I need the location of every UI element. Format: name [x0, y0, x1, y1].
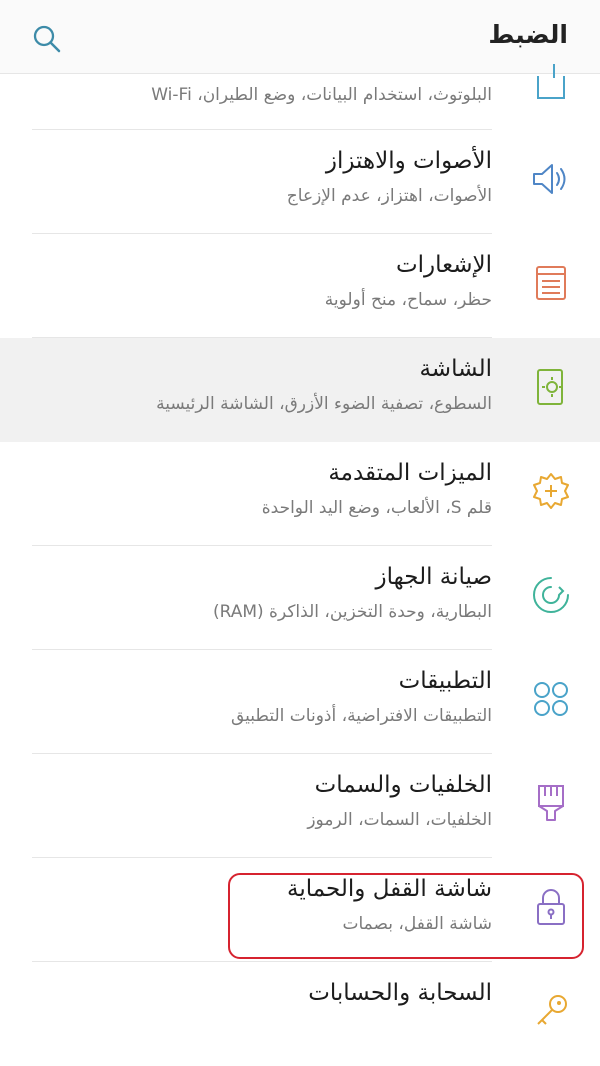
settings-item-subtitle: قلم S، الألعاب، وضع اليد الواحدة [261, 498, 492, 518]
settings-item-cloud-accounts[interactable]: السحابة والحسابات [0, 962, 600, 1066]
settings-item-title: شاشة القفل والحماية [287, 876, 492, 902]
display-icon [537, 369, 563, 405]
app-header: الضبط [0, 0, 600, 74]
settings-item-subtitle: البلوتوث، استخدام البيانات، وضع الطيران،… [151, 85, 492, 105]
device-maintenance-icon [533, 577, 569, 613]
settings-list: البلوتوث، استخدام البيانات، وضع الطيران،… [0, 64, 600, 1066]
settings-item-title: الشاشة [419, 356, 492, 382]
settings-item-lock-screen-security[interactable]: شاشة القفل والحماية شاشة القفل، بصمات [0, 858, 600, 962]
settings-item-subtitle: الخلفيات، السمات، الرموز [307, 810, 492, 830]
settings-item-title: السحابة والحسابات [308, 980, 492, 1006]
connections-icon [537, 64, 565, 99]
settings-item-subtitle: حظر، سماح، منح أولوية [324, 290, 492, 310]
settings-item-subtitle: شاشة القفل، بصمات [342, 914, 492, 934]
settings-item-display[interactable]: الشاشة السطوع، تصفية الضوء الأزرق، الشاش… [0, 338, 600, 442]
settings-item-subtitle: الأصوات، اهتزاز، عدم الإزعاج [286, 186, 492, 206]
settings-item-title: الإشعارات [395, 252, 492, 278]
notifications-icon [536, 266, 566, 300]
search-icon [33, 25, 61, 53]
settings-item-title: صيانة الجهاز [375, 564, 492, 590]
settings-item-subtitle: السطوع، تصفية الضوء الأزرق، الشاشة الرئي… [156, 394, 492, 414]
advanced-features-icon [533, 473, 569, 509]
settings-item-advanced-features[interactable]: الميزات المتقدمة قلم S، الألعاب، وضع الي… [0, 442, 600, 546]
settings-item-title: التطبيقات [398, 668, 492, 694]
speaker-icon [533, 164, 566, 194]
settings-item-themes[interactable]: الخلفيات والسمات الخلفيات، السمات، الرمو… [0, 754, 600, 858]
key-icon [537, 995, 567, 1025]
settings-item-subtitle: البطارية، وحدة التخزين، الذاكرة (RAM) [212, 602, 492, 622]
search-button[interactable] [32, 24, 62, 54]
page-title: الضبط [488, 20, 568, 49]
themes-icon [538, 785, 564, 821]
settings-item-connections[interactable]: البلوتوث، استخدام البيانات، وضع الطيران،… [0, 64, 600, 130]
settings-item-subtitle: التطبيقات الافتراضية، أذونات التطبيق [230, 706, 492, 726]
settings-item-apps[interactable]: التطبيقات التطبيقات الافتراضية، أذونات ا… [0, 650, 600, 754]
lock-icon [537, 889, 565, 925]
settings-item-title: الميزات المتقدمة [328, 460, 492, 486]
settings-item-sounds[interactable]: الأصوات والاهتزاز الأصوات، اهتزاز، عدم ا… [0, 130, 600, 234]
settings-item-notifications[interactable]: الإشعارات حظر، سماح، منح أولوية [0, 234, 600, 338]
settings-item-title: الأصوات والاهتزاز [325, 148, 492, 174]
settings-item-title: الخلفيات والسمات [314, 772, 492, 798]
settings-item-device-maintenance[interactable]: صيانة الجهاز البطارية، وحدة التخزين، الذ… [0, 546, 600, 650]
apps-icon [534, 682, 568, 716]
